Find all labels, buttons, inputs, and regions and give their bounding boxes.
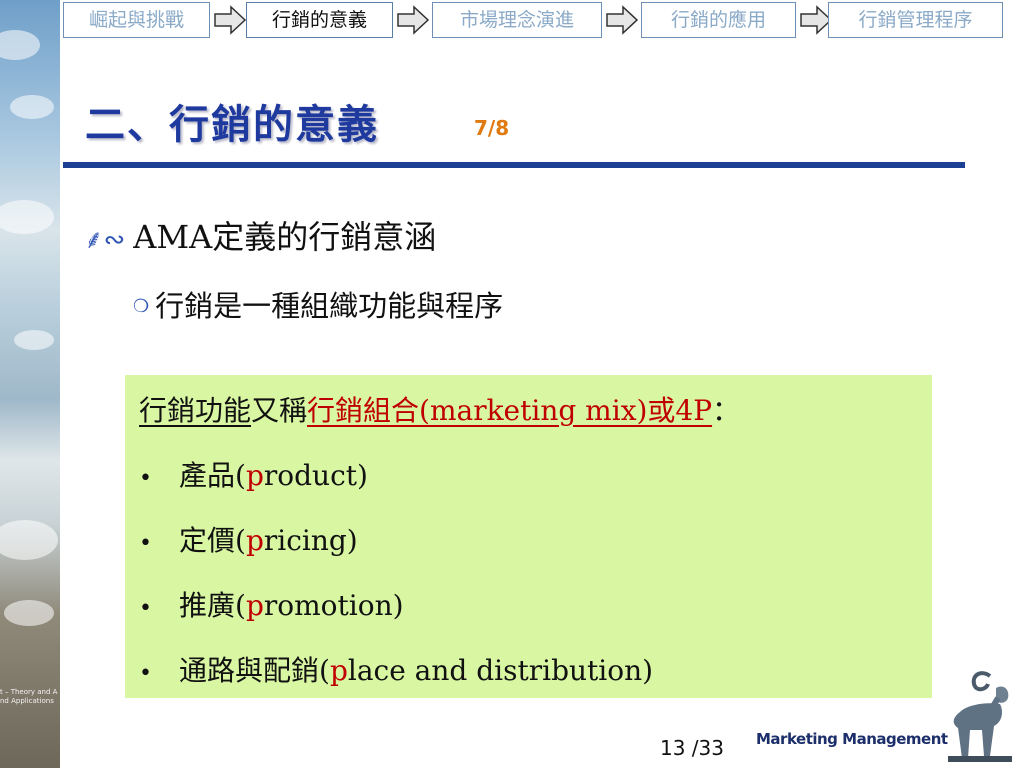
slide-title: 二、行銷的意義	[85, 101, 379, 148]
mix-item-prefix: 定價(	[179, 524, 246, 557]
bullet-1-text: AMA定義的行銷意涵	[133, 218, 437, 256]
scroll-bullet-icon: ⸙∾	[84, 225, 126, 255]
bullet-level-1: ⸙∾ AMA定義的行銷意涵	[84, 212, 436, 258]
mix-intro-mid: 又稱	[251, 394, 308, 427]
goat-logo-icon	[948, 671, 1012, 762]
right-arrow-icon	[397, 5, 430, 35]
tab-marketing-applications[interactable]: 行銷的應用	[641, 2, 796, 38]
mix-item-rest: romotion)	[263, 589, 404, 622]
bullet-dot-icon: •	[139, 466, 152, 491]
slide-page-fraction: 7/8	[474, 116, 510, 140]
side-caption-line-2: nd Applications	[0, 697, 54, 705]
mix-item-product: • 產品(product)	[139, 459, 932, 496]
section-nav: 崛起與挑戰 行銷的意義 市場理念演進 行銷的應用 行銷管理程序	[63, 0, 1003, 42]
mix-item-highlight: p	[245, 589, 264, 622]
mix-intro-colon: ：	[712, 394, 741, 427]
page-number: 13 /33	[660, 736, 724, 760]
bullet-2-text: 行銷是一種組織功能與程序	[155, 289, 504, 323]
mix-item-rest: ricing)	[263, 524, 358, 557]
mix-intro: 行銷功能又稱行銷組合(marketing mix)或4P：	[139, 391, 932, 431]
mix-item-prefix: 產品(	[179, 459, 246, 492]
title-divider	[63, 162, 965, 168]
bullet-dot-icon: •	[139, 531, 152, 556]
mix-item-promotion: • 推廣(promotion)	[139, 589, 932, 626]
mix-item-pricing: • 定價(pricing)	[139, 524, 932, 561]
mix-intro-red: 行銷組合(marketing mix)或4P	[307, 394, 713, 427]
side-caption-line-1: t – Theory and A	[0, 688, 58, 696]
mix-item-highlight: p	[245, 459, 264, 492]
mix-intro-underlined: 行銷功能	[139, 394, 252, 427]
mix-item-prefix: 通路與配銷(	[179, 654, 330, 687]
side-caption: t – Theory and A nd Applications	[0, 688, 60, 706]
mix-item-place: • 通路與配銷(place and distribution)	[139, 654, 932, 691]
tab-meaning-of-marketing[interactable]: 行銷的意義	[246, 2, 393, 38]
mix-item-highlight: p	[329, 654, 348, 687]
right-arrow-icon	[214, 5, 247, 35]
marketing-mix-box: 行銷功能又稱行銷組合(marketing mix)或4P： • 產品(produc…	[125, 375, 932, 698]
mix-item-rest: roduct)	[263, 459, 368, 492]
side-decorative-image: t – Theory and A nd Applications	[0, 0, 60, 768]
tab-rise-and-challenge[interactable]: 崛起與挑戰	[63, 2, 210, 38]
hollow-circle-bullet-icon: ❍	[133, 296, 150, 317]
tab-market-concept-evolution[interactable]: 市場理念演進	[432, 2, 602, 38]
tab-marketing-management-process[interactable]: 行銷管理程序	[828, 2, 1003, 38]
brand-wordmark: Marketing Management	[756, 730, 948, 748]
mix-item-highlight: p	[245, 524, 264, 557]
mix-item-rest: lace and distribution)	[347, 654, 654, 687]
right-arrow-icon	[606, 5, 639, 35]
bullet-level-2: ❍ 行銷是一種組織功能與程序	[133, 283, 503, 325]
bullet-dot-icon: •	[139, 661, 152, 686]
mix-item-prefix: 推廣(	[179, 589, 246, 622]
bullet-dot-icon: •	[139, 596, 152, 621]
